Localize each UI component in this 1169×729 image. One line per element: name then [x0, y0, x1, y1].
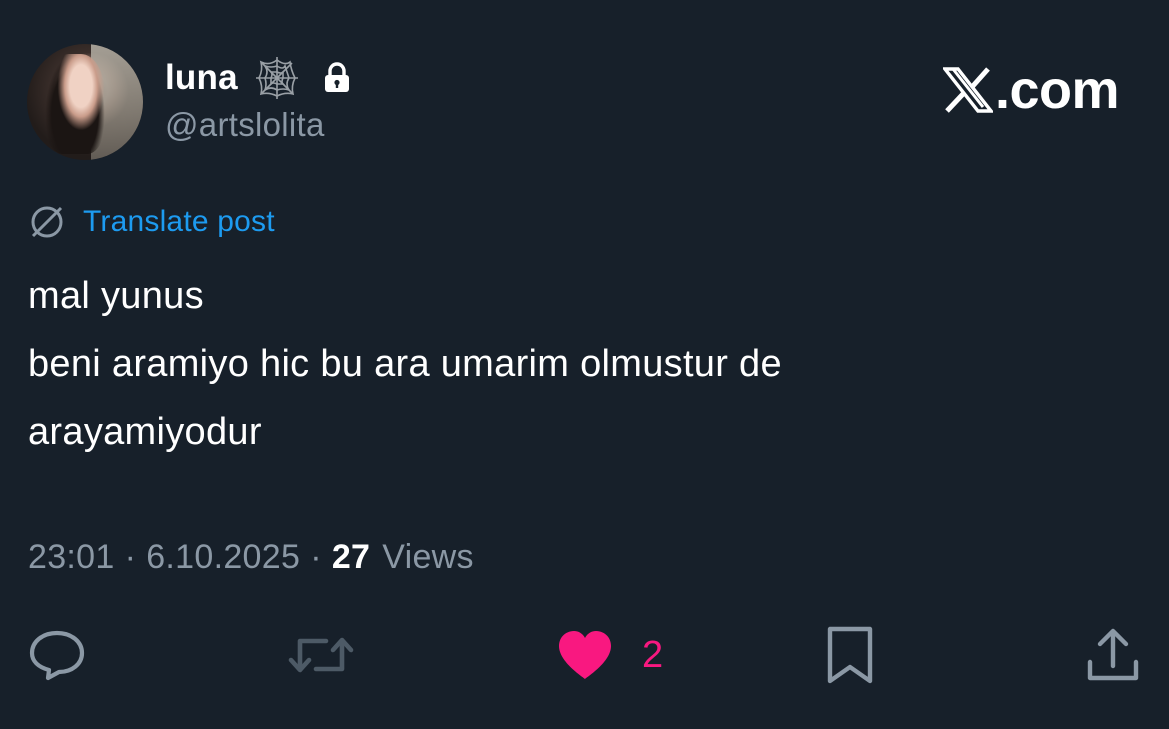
translate-post-label[interactable]: Translate post — [83, 205, 275, 239]
globe-icon — [27, 202, 67, 242]
views-count: 27 — [331, 537, 371, 576]
post-line: beni aramiyo hic bu ara umarim olmustur … — [28, 343, 782, 385]
name-row: luna — [165, 56, 352, 100]
reply-button[interactable] — [28, 620, 86, 690]
share-button[interactable] — [1084, 620, 1142, 690]
x-logo-icon — [941, 67, 995, 113]
share-icon — [1087, 628, 1139, 681]
like-button[interactable]: 2 — [556, 620, 663, 690]
x-brand-text: .com — [994, 60, 1120, 120]
meta-separator: · — [124, 537, 137, 576]
action-bar: 2 — [0, 620, 1169, 690]
display-name[interactable]: luna — [165, 58, 238, 98]
like-count: 2 — [642, 633, 664, 676]
post-text: mal yunus beni aramiyo hic bu ara umarim… — [28, 262, 1128, 466]
handle[interactable]: @artslolita — [165, 106, 325, 144]
spider-web-icon — [254, 55, 300, 101]
views-label: Views — [382, 537, 474, 576]
x-brand: .com — [941, 60, 1120, 120]
repost-icon — [288, 637, 354, 673]
post-time[interactable]: 23:01 — [28, 538, 115, 577]
translate-post-link[interactable]: Translate post — [27, 200, 275, 244]
bookmark-button[interactable] — [826, 620, 874, 690]
reply-icon — [29, 630, 85, 681]
bookmark-icon — [827, 626, 873, 684]
avatar[interactable] — [27, 44, 143, 160]
heart-icon — [559, 631, 611, 679]
repost-button[interactable] — [288, 620, 354, 690]
lock-icon — [322, 62, 352, 94]
post-date[interactable]: 6.10.2025 — [146, 538, 300, 577]
post-line: mal yunus — [28, 275, 204, 317]
post-meta: 23:01 · 6.10.2025 · 27 Views — [28, 532, 474, 582]
post-line: arayamiyodur — [28, 411, 262, 453]
meta-separator: · — [310, 537, 322, 576]
post-header: luna @artslolita .com — [27, 44, 1147, 162]
